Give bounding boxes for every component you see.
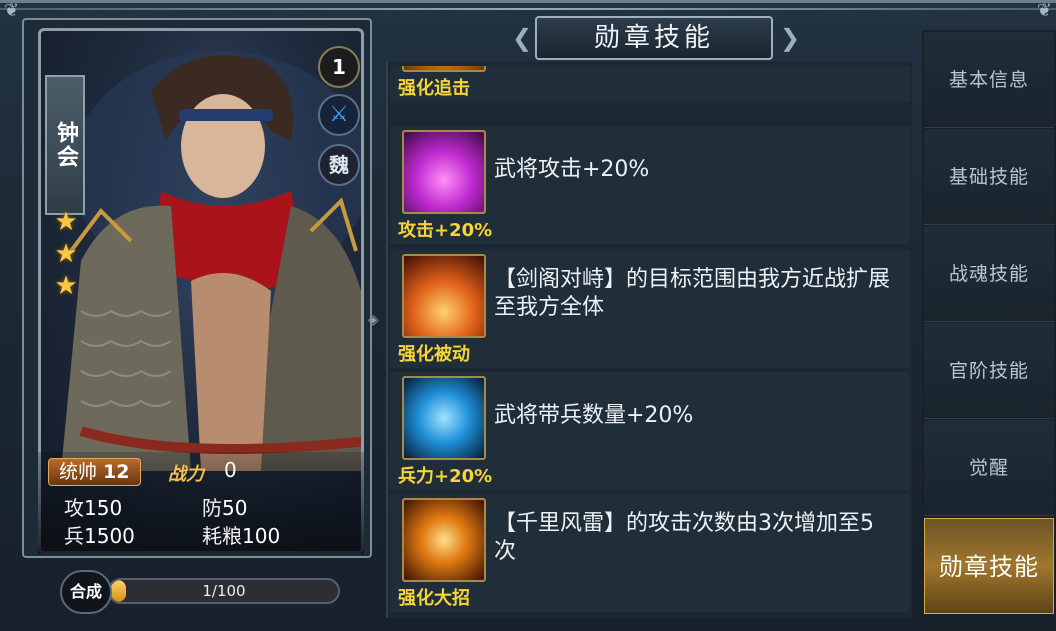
page-title: 勋章技能 bbox=[535, 16, 773, 60]
skill-row[interactable]: 攻击+20% 武将攻击+20% bbox=[390, 126, 910, 244]
skill-name: 兵力+20% bbox=[398, 466, 493, 487]
power-label: 战力 bbox=[168, 464, 204, 485]
corner-ornament-right: ❦ bbox=[1036, 0, 1052, 21]
stat-defense: 防50 bbox=[202, 496, 248, 520]
skill-name: 攻击+20% bbox=[398, 220, 493, 241]
skill-desc: 【剑阁对峙】的目标范围由我方近战扩展至我方全体 bbox=[494, 267, 891, 320]
tab-awaken[interactable]: 觉醒 bbox=[924, 420, 1054, 516]
chase-icon bbox=[402, 66, 486, 72]
tab-soul-skills[interactable]: 战魂技能 bbox=[924, 226, 1054, 322]
frame-top-border bbox=[0, 8, 1056, 10]
command-label: 统帅 bbox=[59, 461, 98, 483]
synth-progress-text: 1/100 bbox=[202, 582, 246, 600]
skill-row[interactable]: 强化被动 【剑阁对峙】的目标范围由我方近战扩展至我方全体 bbox=[390, 250, 910, 368]
tab-basic-info[interactable]: 基本信息 bbox=[924, 32, 1054, 128]
hero-name: 钟会 bbox=[53, 121, 78, 169]
command-value: 12 bbox=[103, 461, 130, 483]
passive-icon bbox=[402, 254, 486, 338]
power-value: 0 bbox=[224, 458, 237, 482]
skill-desc: 武将攻击+20% bbox=[494, 157, 650, 182]
stat-food: 耗粮100 bbox=[202, 524, 281, 548]
skill-name: 强化被动 bbox=[398, 344, 470, 365]
hero-level-badge: 1 bbox=[318, 46, 360, 88]
star-icon: ★ bbox=[54, 207, 78, 237]
troops-icon bbox=[402, 376, 486, 460]
skill-desc: 武将带兵数量+20% bbox=[494, 403, 694, 428]
faction-badge: 魏 bbox=[318, 144, 360, 186]
ultimate-icon bbox=[402, 498, 486, 582]
sword-icon: ⚔ bbox=[318, 94, 360, 136]
skill-list[interactable]: 强化追击 攻击+20% 武将攻击+20% 强化被动 【剑阁对峙】的目标范围由我方… bbox=[390, 66, 910, 614]
skill-desc: 【千里风雷】的攻击次数由3次增加至5次 bbox=[494, 511, 874, 564]
synth-progress-bar: 1/100 bbox=[108, 578, 340, 604]
skill-name: 强化追击 bbox=[398, 78, 470, 99]
collapse-handle-icon[interactable]: ◈ bbox=[368, 312, 382, 330]
command-badge: 统帅 12 bbox=[48, 458, 141, 486]
star-icon: ★ bbox=[54, 239, 78, 269]
hero-name-banner: 钟会 bbox=[45, 75, 85, 215]
star-icon: ★ bbox=[54, 271, 78, 301]
synth-button[interactable]: 合成 bbox=[60, 570, 112, 614]
hero-portrait bbox=[61, 51, 361, 471]
tab-rank-skills[interactable]: 官阶技能 bbox=[924, 323, 1054, 419]
stat-attack: 攻150 bbox=[64, 496, 123, 520]
stat-troops: 兵1500 bbox=[64, 524, 135, 548]
title-ornament-left: ❮ bbox=[512, 24, 533, 52]
tab-medal-skills[interactable]: 勋章技能 bbox=[924, 518, 1054, 614]
tab-basic-skills[interactable]: 基础技能 bbox=[924, 129, 1054, 225]
hero-stats: 统帅 12 战力 0 攻150 防50 兵1500 耗粮100 bbox=[38, 452, 364, 554]
skill-row[interactable]: 强化追击 bbox=[390, 66, 910, 102]
title-ornament-right: ❯ bbox=[780, 24, 801, 52]
skill-row[interactable]: 强化大招 【千里风雷】的攻击次数由3次增加至5次 bbox=[390, 494, 910, 612]
skill-row[interactable]: 兵力+20% 武将带兵数量+20% bbox=[390, 372, 910, 490]
skill-name: 强化大招 bbox=[398, 588, 470, 609]
attack-icon bbox=[402, 130, 486, 214]
